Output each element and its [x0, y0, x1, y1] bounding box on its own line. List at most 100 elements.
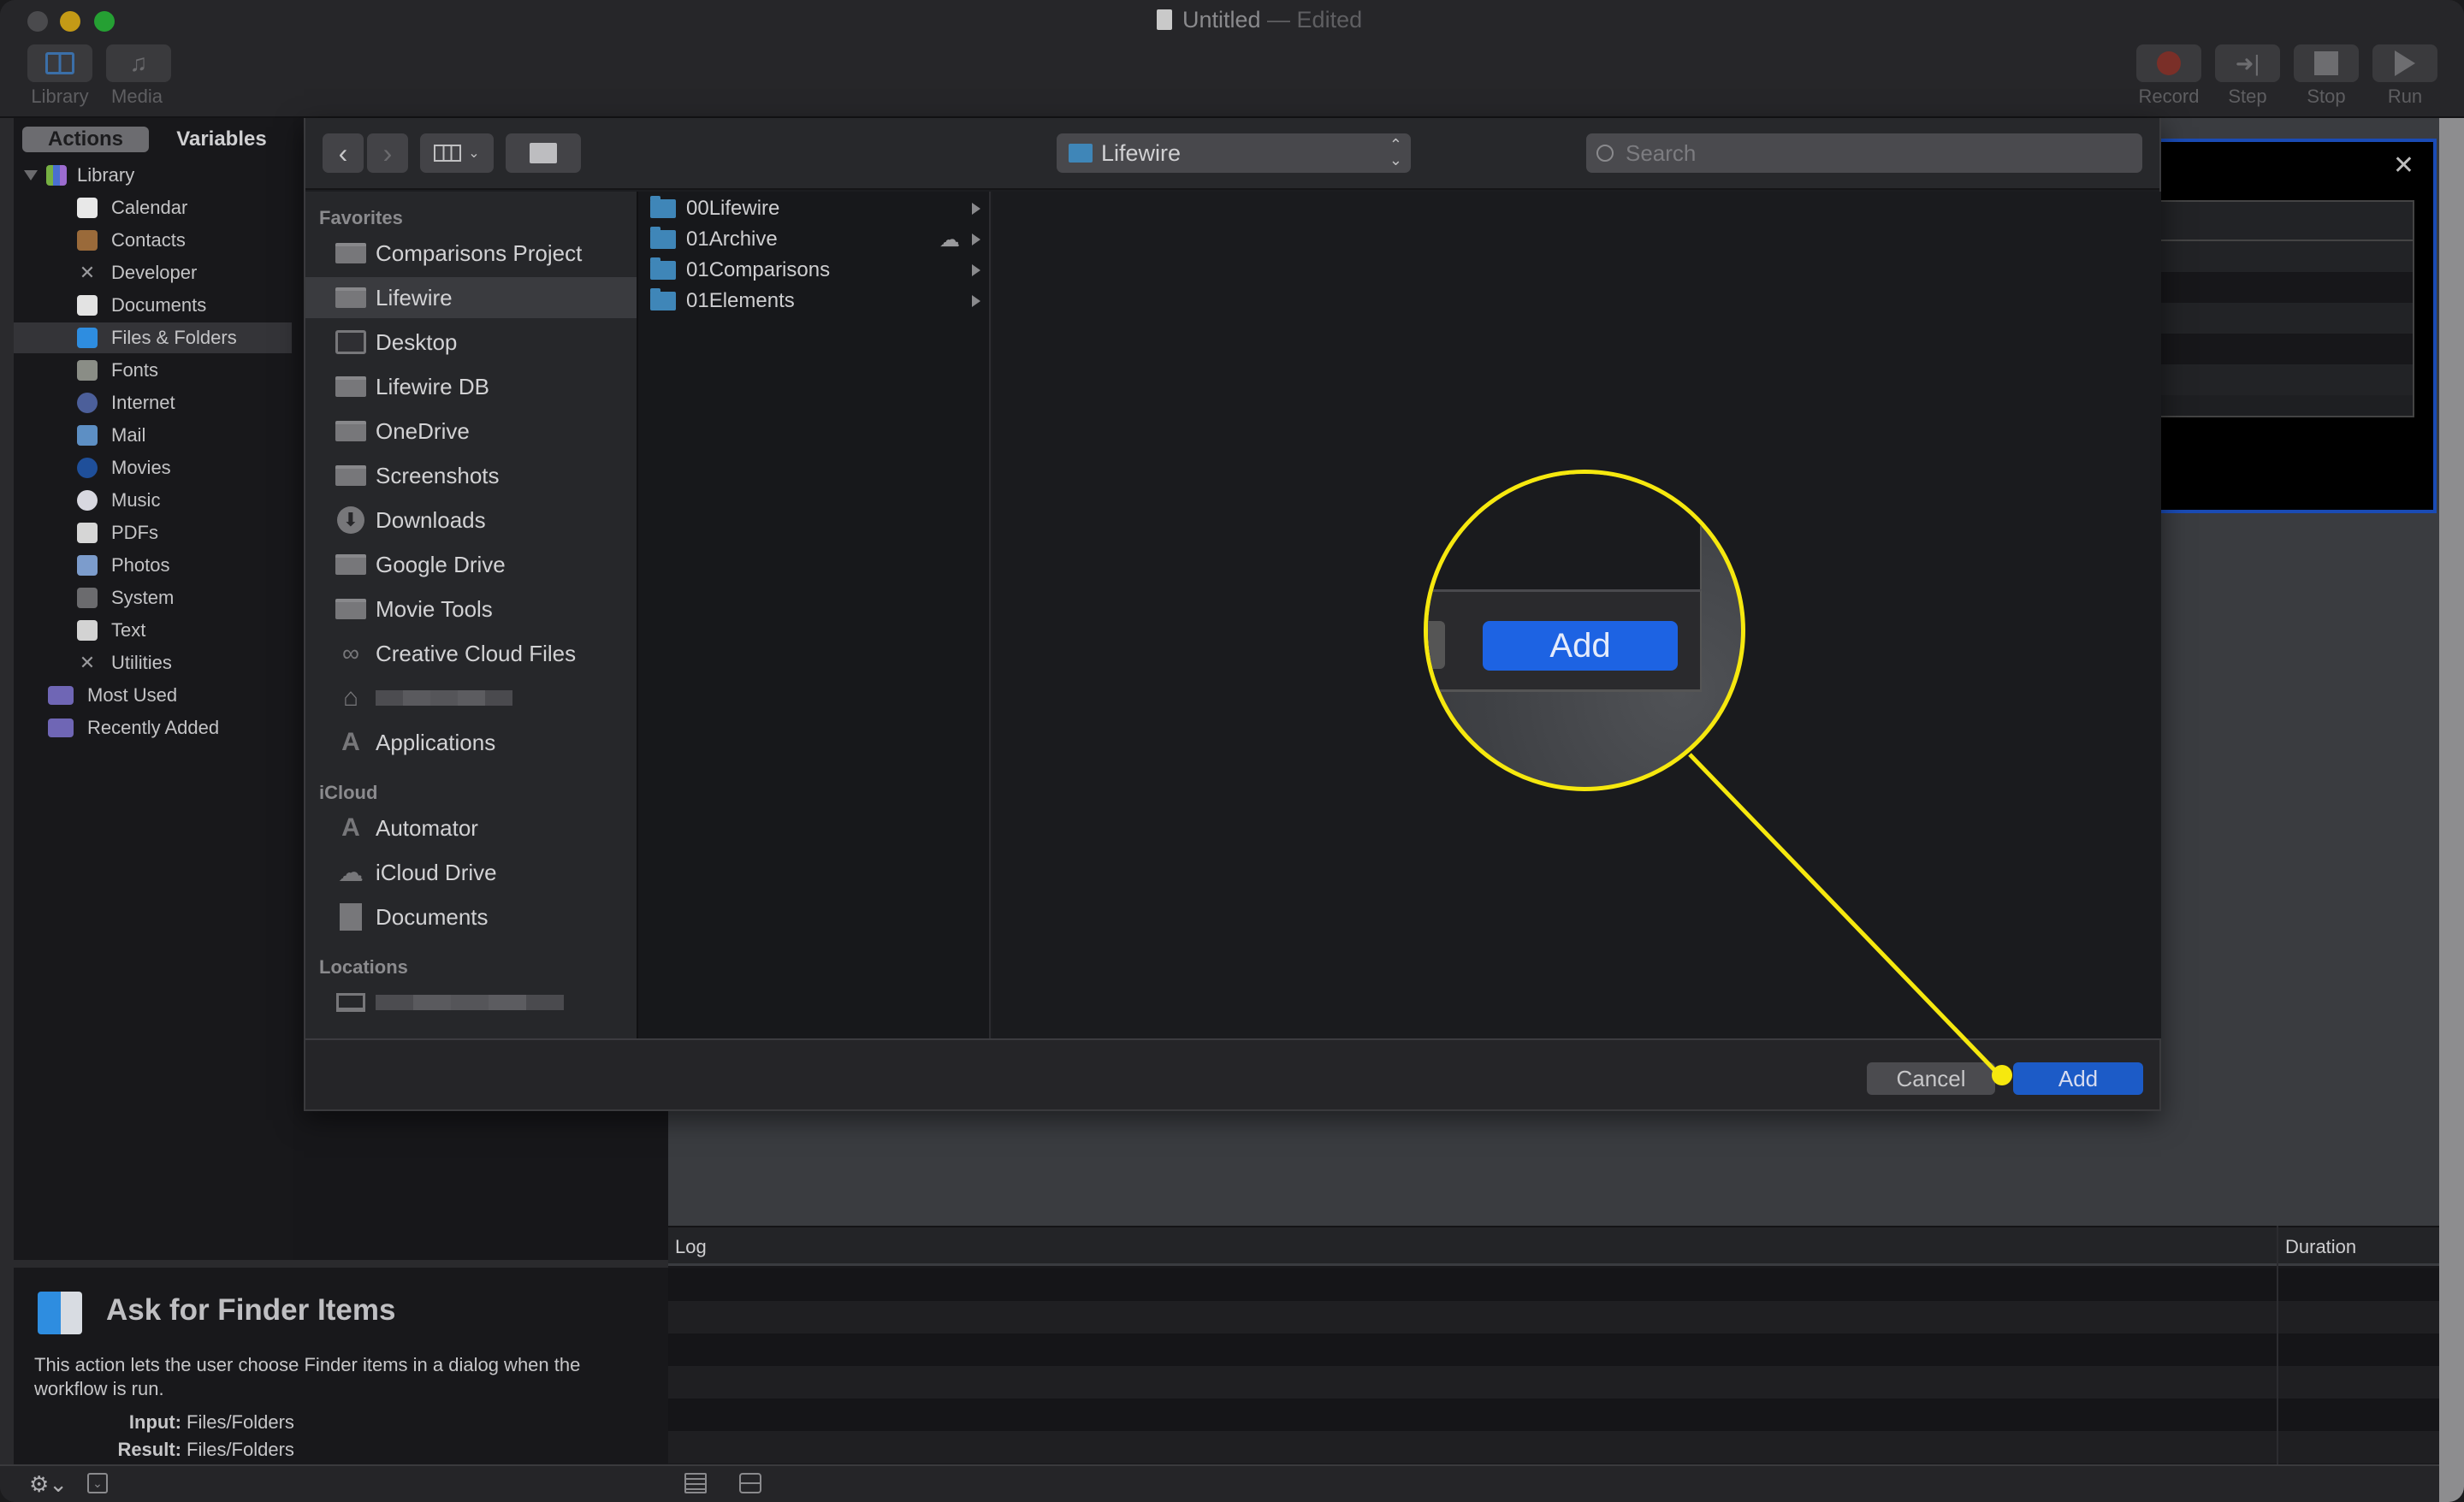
library-item-calendar[interactable]: Calendar [14, 192, 292, 223]
library-item-documents[interactable]: Documents [14, 290, 292, 321]
sidebar-item-applications[interactable]: A Applications [305, 722, 637, 763]
sidebar-item-label: Creative Cloud Files [376, 640, 577, 666]
library-item-files-folders[interactable]: Files & Folders [14, 322, 292, 353]
library-item-developer[interactable]: ✕ Developer [14, 257, 292, 288]
utilities-icon: ✕ [79, 652, 96, 673]
cancel-button[interactable]: Cancel [1867, 1062, 1995, 1095]
contacts-icon [77, 230, 98, 251]
tab-variables[interactable]: Variables [157, 127, 286, 152]
library-item-text[interactable]: Text [14, 615, 292, 646]
sidebar-item-screenshots[interactable]: Screenshots [305, 455, 637, 496]
library-item-mail[interactable]: Mail [14, 420, 292, 451]
search-input[interactable]: Search [1586, 133, 2142, 173]
sidebar-item-home-redacted[interactable]: ⌂ [305, 677, 637, 718]
callout-magnifier: Add [1424, 470, 1745, 791]
stop-button[interactable] [2294, 44, 2359, 82]
sidebar-item-movie-tools[interactable]: Movie Tools [305, 588, 637, 630]
library-item-contacts[interactable]: Contacts [14, 225, 292, 256]
result-label: Result: [117, 1439, 181, 1460]
sidebar-item-onedrive[interactable]: OneDrive [305, 411, 637, 452]
column-divider[interactable] [2277, 1226, 2278, 1464]
library-panel: Actions Variables Library Calendar Contac… [14, 118, 296, 1260]
zoom-window-button[interactable] [94, 11, 115, 32]
forward-button[interactable]: › [367, 133, 408, 173]
library-button[interactable] [27, 44, 92, 82]
back-button[interactable]: ‹ [323, 133, 364, 173]
callout-cancel-fragment [1428, 621, 1445, 669]
sidebar-item-creative-cloud-files[interactable]: ∞ Creative Cloud Files [305, 633, 637, 674]
close-window-button[interactable] [27, 11, 48, 32]
file-row-00lifewire[interactable]: 00Lifewire [638, 193, 989, 224]
sidebar-item-label: Movie Tools [376, 595, 493, 622]
disclosure-triangle-icon[interactable] [24, 170, 38, 180]
add-button[interactable]: Add [2013, 1062, 2143, 1095]
folder-icon [1069, 144, 1093, 163]
close-icon[interactable]: ✕ [2393, 151, 2414, 180]
workflow-action-box[interactable]: ✕ [2161, 139, 2437, 513]
library-item-label: System [111, 587, 175, 608]
sidebar-item-label: Applications [376, 729, 496, 755]
gear-menu-icon[interactable]: ⚙⌄ [29, 1471, 68, 1498]
action-description: Ask for Finder Items This action lets th… [14, 1266, 668, 1464]
library-item-fonts[interactable]: Fonts [14, 355, 292, 386]
icloud-documents-icon [335, 903, 367, 931]
file-row-01comparisons[interactable]: 01Comparisons [638, 255, 989, 286]
tab-actions[interactable]: Actions [22, 127, 149, 152]
log-column-header[interactable]: Log [675, 1236, 707, 1258]
stop-icon [2314, 51, 2338, 75]
title-label: Untitled [1182, 7, 1261, 33]
step-icon: ➜| [2235, 50, 2260, 76]
duration-column-header[interactable]: Duration [2285, 1236, 2356, 1258]
library-item-movies[interactable]: Movies [14, 452, 292, 483]
minimize-window-button[interactable] [60, 11, 80, 32]
folder-icon [335, 596, 367, 622]
file-row-01elements[interactable]: 01Elements [638, 286, 989, 316]
workflow-scrollbar[interactable] [2439, 118, 2464, 1502]
title-bar: Untitled — Edited Library ♫ Media Record… [0, 0, 2464, 118]
view-options-button[interactable]: ⌄ [420, 133, 494, 173]
folder-icon [335, 418, 367, 444]
file-row-01archive[interactable]: 01Archive ☁ [638, 224, 989, 255]
sidebar-item-comparisons-project[interactable]: Comparisons Project [305, 233, 637, 274]
sidebar-item-lifewire[interactable]: Lifewire [305, 277, 637, 318]
library-root[interactable]: Library [14, 160, 292, 191]
library-button-label: Library [31, 86, 89, 107]
internet-icon [77, 393, 98, 413]
media-button[interactable]: ♫ [106, 44, 171, 82]
library-item-photos[interactable]: Photos [14, 550, 292, 581]
sidebar-item-label: OneDrive [376, 417, 470, 444]
library-item-pdfs[interactable]: PDFs [14, 517, 292, 548]
chevron-right-icon: › [382, 137, 393, 169]
sidebar-item-lifewire-db[interactable]: Lifewire DB [305, 366, 637, 407]
run-button[interactable] [2372, 44, 2437, 82]
new-folder-button[interactable] [506, 133, 581, 173]
smart-folder-icon [48, 718, 74, 737]
folder-icon [650, 196, 676, 218]
file-name: 00Lifewire [686, 197, 780, 220]
folder-icon [335, 240, 367, 266]
list-view-icon[interactable] [684, 1473, 707, 1493]
library-item-system[interactable]: System [14, 582, 292, 613]
library-item-music[interactable]: Music [14, 485, 292, 516]
step-button[interactable]: ➜| [2215, 44, 2280, 82]
library-item-utilities[interactable]: ✕ Utilities [14, 648, 292, 678]
sidebar-item-icloud-drive[interactable]: ☁ iCloud Drive [305, 852, 637, 893]
smart-group-label: Most Used [87, 684, 178, 706]
redacted-label [376, 690, 512, 706]
sidebar-item-desktop[interactable]: Desktop [305, 322, 637, 363]
sidebar-item-google-drive[interactable]: Google Drive [305, 544, 637, 585]
sidebar-item-laptop-redacted[interactable] [305, 982, 637, 1023]
library-item-internet[interactable]: Internet [14, 387, 292, 418]
location-popup[interactable]: Lifewire ⌃ ⌄ [1057, 133, 1411, 173]
smart-group-most-used[interactable]: Most Used [14, 680, 292, 711]
input-value: Files/Folders [187, 1411, 294, 1433]
record-button-label: Record [2138, 86, 2200, 107]
split-view-icon[interactable] [739, 1473, 761, 1493]
description-toggle-icon[interactable]: ⌄ [87, 1473, 108, 1493]
sidebar-item-downloads[interactable]: ⬇ Downloads [305, 500, 637, 541]
sidebar-item-automator[interactable]: A Automator [305, 807, 637, 849]
record-button[interactable] [2136, 44, 2201, 82]
smart-group-recently-added[interactable]: Recently Added [14, 713, 292, 743]
cloud-download-icon[interactable]: ☁ [939, 228, 960, 252]
sidebar-item-documents[interactable]: Documents [305, 896, 637, 937]
